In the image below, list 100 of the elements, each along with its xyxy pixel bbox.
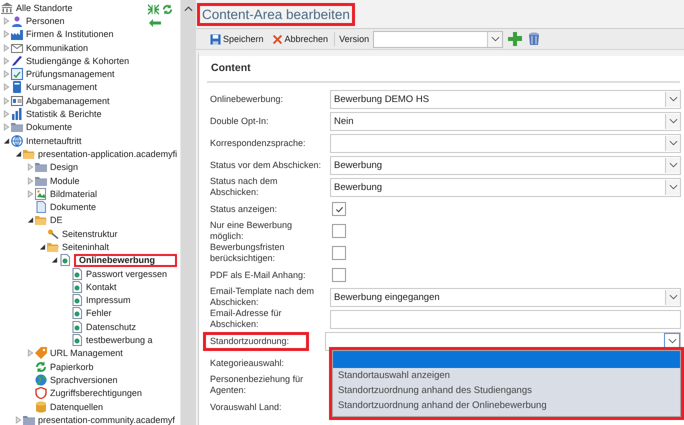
section-heading: Content: [210, 61, 252, 76]
tree-item[interactable]: Internetauftritt: [26, 134, 82, 147]
tree-item[interactable]: Seitenstruktur: [62, 228, 118, 240]
expand-arrow-icon[interactable]: [3, 44, 10, 52]
shield-icon: [35, 387, 47, 400]
expand-arrow-icon[interactable]: [3, 83, 10, 92]
page-icon: [71, 280, 83, 293]
version-select[interactable]: [373, 30, 504, 48]
collapse-arrow-icon[interactable]: [15, 150, 22, 158]
expand-arrow-icon[interactable]: [15, 416, 22, 424]
chevron-down-icon: [668, 184, 678, 190]
checkbox[interactable]: [332, 246, 346, 260]
expand-arrow-icon[interactable]: [27, 190, 34, 198]
tree-item[interactable]: Impressum: [86, 294, 131, 306]
globe-icon: [11, 134, 23, 147]
tree-item[interactable]: Bildmaterial: [50, 188, 98, 200]
select-field[interactable]: Bewerbung: [330, 178, 681, 196]
tree-item[interactable]: Studiengänge & Kohorten: [26, 54, 130, 67]
tree-item[interactable]: Kursmanagement: [26, 81, 98, 94]
save-button[interactable]: Speichern: [208, 34, 266, 44]
tree-item[interactable]: Passwort vergessen: [86, 268, 168, 280]
collapse-arrow-icon[interactable]: [39, 242, 46, 251]
chevron-down-icon: [668, 96, 678, 102]
expand-arrow-icon[interactable]: [27, 349, 34, 358]
folder-icon: [35, 214, 47, 226]
select-field[interactable]: [330, 134, 681, 152]
collapse-icon[interactable]: [148, 4, 159, 15]
tree-item[interactable]: Kontakt: [86, 280, 117, 293]
tree-item[interactable]: Papierkorb: [50, 360, 94, 373]
book-icon: [11, 81, 23, 94]
tree-item[interactable]: Alle Standorte: [16, 2, 73, 14]
field-label: Korrespondenzsprache:: [209, 138, 307, 148]
tree-item[interactable]: presentation-community.academyf: [38, 414, 175, 425]
chevron-down-icon: [668, 118, 678, 124]
tree-item[interactable]: Datenquellen: [50, 400, 104, 413]
database-icon: [35, 400, 47, 413]
tree-item[interactable]: Datenschutz: [86, 320, 136, 333]
bar-chart-icon: [11, 108, 23, 120]
collapse-arrow-icon[interactable]: [3, 136, 10, 145]
key-icon: [47, 228, 59, 240]
tree-item[interactable]: DE: [50, 214, 63, 226]
tree-item[interactable]: Dokumente: [50, 201, 96, 214]
tree-item[interactable]: Personen: [26, 14, 65, 27]
person-icon: [11, 14, 23, 27]
expand-arrow-icon[interactable]: [3, 96, 10, 105]
field-label: PDF als E-Mail Anhang:: [209, 270, 307, 280]
chevron-up-icon[interactable]: [184, 6, 193, 12]
image-icon: [35, 188, 47, 200]
expand-arrow-icon[interactable]: [3, 30, 10, 38]
checkbox[interactable]: [332, 268, 346, 282]
page-icon: [71, 294, 83, 306]
collapse-arrow-icon[interactable]: [27, 216, 34, 224]
folder-icon: [35, 174, 47, 186]
cancel-button[interactable]: Abbrechen: [270, 34, 330, 44]
chevron-down-icon: [668, 162, 678, 168]
dropdown-option[interactable]: Standortzuordnung anhand des Studiengangs: [333, 383, 680, 398]
tree-item[interactable]: Dokumente: [26, 121, 72, 134]
tree-item[interactable]: Statistik & Berichte: [26, 108, 102, 120]
expand-arrow-icon[interactable]: [27, 163, 34, 172]
checkbox[interactable]: [332, 202, 346, 216]
dropdown-option[interactable]: Standortzuordnung anhand der Onlinebewerbung: [333, 398, 680, 413]
close-icon: [272, 34, 283, 44]
expand-arrow-icon[interactable]: [3, 56, 10, 65]
tree-item[interactable]: Design: [50, 161, 78, 174]
tree-item[interactable]: presentation-application.academyfi: [38, 148, 178, 160]
tree-item[interactable]: Prüfungsmanagement: [26, 68, 115, 80]
page-title: Content-Area bearbeiten: [200, 6, 352, 22]
input-field[interactable]: [330, 310, 681, 328]
dropdown-option[interactable]: Standortauswahl anzeigen: [333, 368, 680, 383]
field-label: Status nach dem Abschicken:: [209, 176, 279, 198]
refresh-icon[interactable]: [162, 4, 173, 15]
expand-arrow-icon[interactable]: [3, 123, 10, 132]
select-field[interactable]: Bewerbung: [330, 156, 681, 174]
bin-icon[interactable]: [527, 32, 542, 46]
select-field[interactable]: Bewerbung eingegangen: [330, 288, 681, 306]
field-label: Bewerbungsfristen berücksichtigen:: [209, 242, 286, 264]
factory-icon: [11, 28, 23, 40]
tree-item[interactable]: Module: [50, 174, 80, 186]
expand-arrow-icon[interactable]: [3, 16, 10, 25]
select-field[interactable]: Nein: [330, 112, 681, 130]
tree-item[interactable]: testbewerbung a: [86, 334, 153, 346]
tree-item[interactable]: Seiteninhalt: [62, 240, 110, 253]
field-label: Double Opt-In:: [209, 116, 270, 126]
expand-arrow-icon[interactable]: [3, 110, 10, 118]
tree-item[interactable]: URL Management: [50, 347, 123, 360]
tree-item[interactable]: Abgabemanagement: [26, 94, 110, 107]
tree-item[interactable]: Zugriffsberechtigungen: [50, 387, 142, 400]
expand-arrow-icon[interactable]: [3, 70, 10, 78]
collapse-arrow-icon[interactable]: [51, 256, 58, 264]
arrow-left-icon[interactable]: [149, 19, 161, 27]
tree-item[interactable]: Firmen & Institutionen: [26, 28, 114, 40]
globe-icon: [35, 374, 47, 386]
tree-item[interactable]: Fehler: [86, 307, 112, 320]
select-field[interactable]: Bewerbung DEMO HS: [330, 90, 681, 108]
tree-item[interactable]: Kommunikation: [26, 42, 88, 54]
expand-arrow-icon[interactable]: [27, 176, 34, 184]
checkbox[interactable]: [332, 224, 346, 238]
tree-item[interactable]: Sprachversionen: [50, 374, 118, 386]
field-label: Onlinebewerbung:: [209, 94, 284, 104]
page-icon: [71, 320, 83, 333]
